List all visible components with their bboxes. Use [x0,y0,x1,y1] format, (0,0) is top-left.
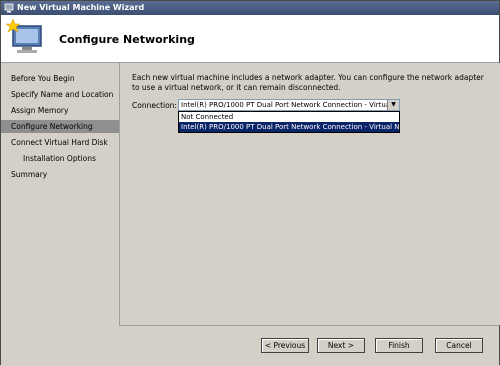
sidebar-item-configure-networking[interactable]: Configure Networking [1,120,119,133]
window-title: New Virtual Machine Wizard [17,3,145,12]
connection-select-value: Intel(R) PRO/1000 PT Dual Port Network C… [181,101,393,109]
wizard-footer: < Previous Next > Finish Cancel [119,325,499,366]
sidebar-item-specify-name[interactable]: Specify Name and Location [1,88,119,101]
chevron-down-icon[interactable]: ▼ [387,100,399,110]
sidebar-item-assign-memory[interactable]: Assign Memory [1,104,119,117]
connection-label: Connection: [132,101,177,110]
connection-dropdown-list: Not Connected Intel(R) PRO/1000 PT Dual … [178,111,400,133]
computer-icon [4,3,14,13]
wizard-content: Each new virtual machine includes a netw… [119,63,500,325]
previous-button[interactable]: < Previous [261,338,309,353]
finish-button[interactable]: Finish [375,338,423,353]
connection-select[interactable]: Intel(R) PRO/1000 PT Dual Port Network C… [178,99,400,111]
next-button[interactable]: Next > [317,338,365,353]
sidebar-item-before-you-begin[interactable]: Before You Begin [1,72,119,85]
monitor-star-icon [5,18,42,53]
page-title: Configure Networking [59,33,195,46]
option-not-connected[interactable]: Not Connected [179,112,399,122]
wizard-window: New Virtual Machine Wizard Configure Net… [0,0,500,366]
wizard-steps: Before You Begin Specify Name and Locati… [1,63,119,365]
sidebar-item-summary[interactable]: Summary [1,168,119,181]
wizard-header: Configure Networking [1,15,499,63]
option-intel-adapter[interactable]: Intel(R) PRO/1000 PT Dual Port Network C… [179,122,399,132]
title-bar[interactable]: New Virtual Machine Wizard [1,1,499,15]
sidebar-item-installation-options[interactable]: Installation Options [1,152,119,165]
cancel-button[interactable]: Cancel [435,338,483,353]
description-text: Each new virtual machine includes a netw… [132,73,484,92]
sidebar-item-connect-vhd[interactable]: Connect Virtual Hard Disk [1,136,119,149]
